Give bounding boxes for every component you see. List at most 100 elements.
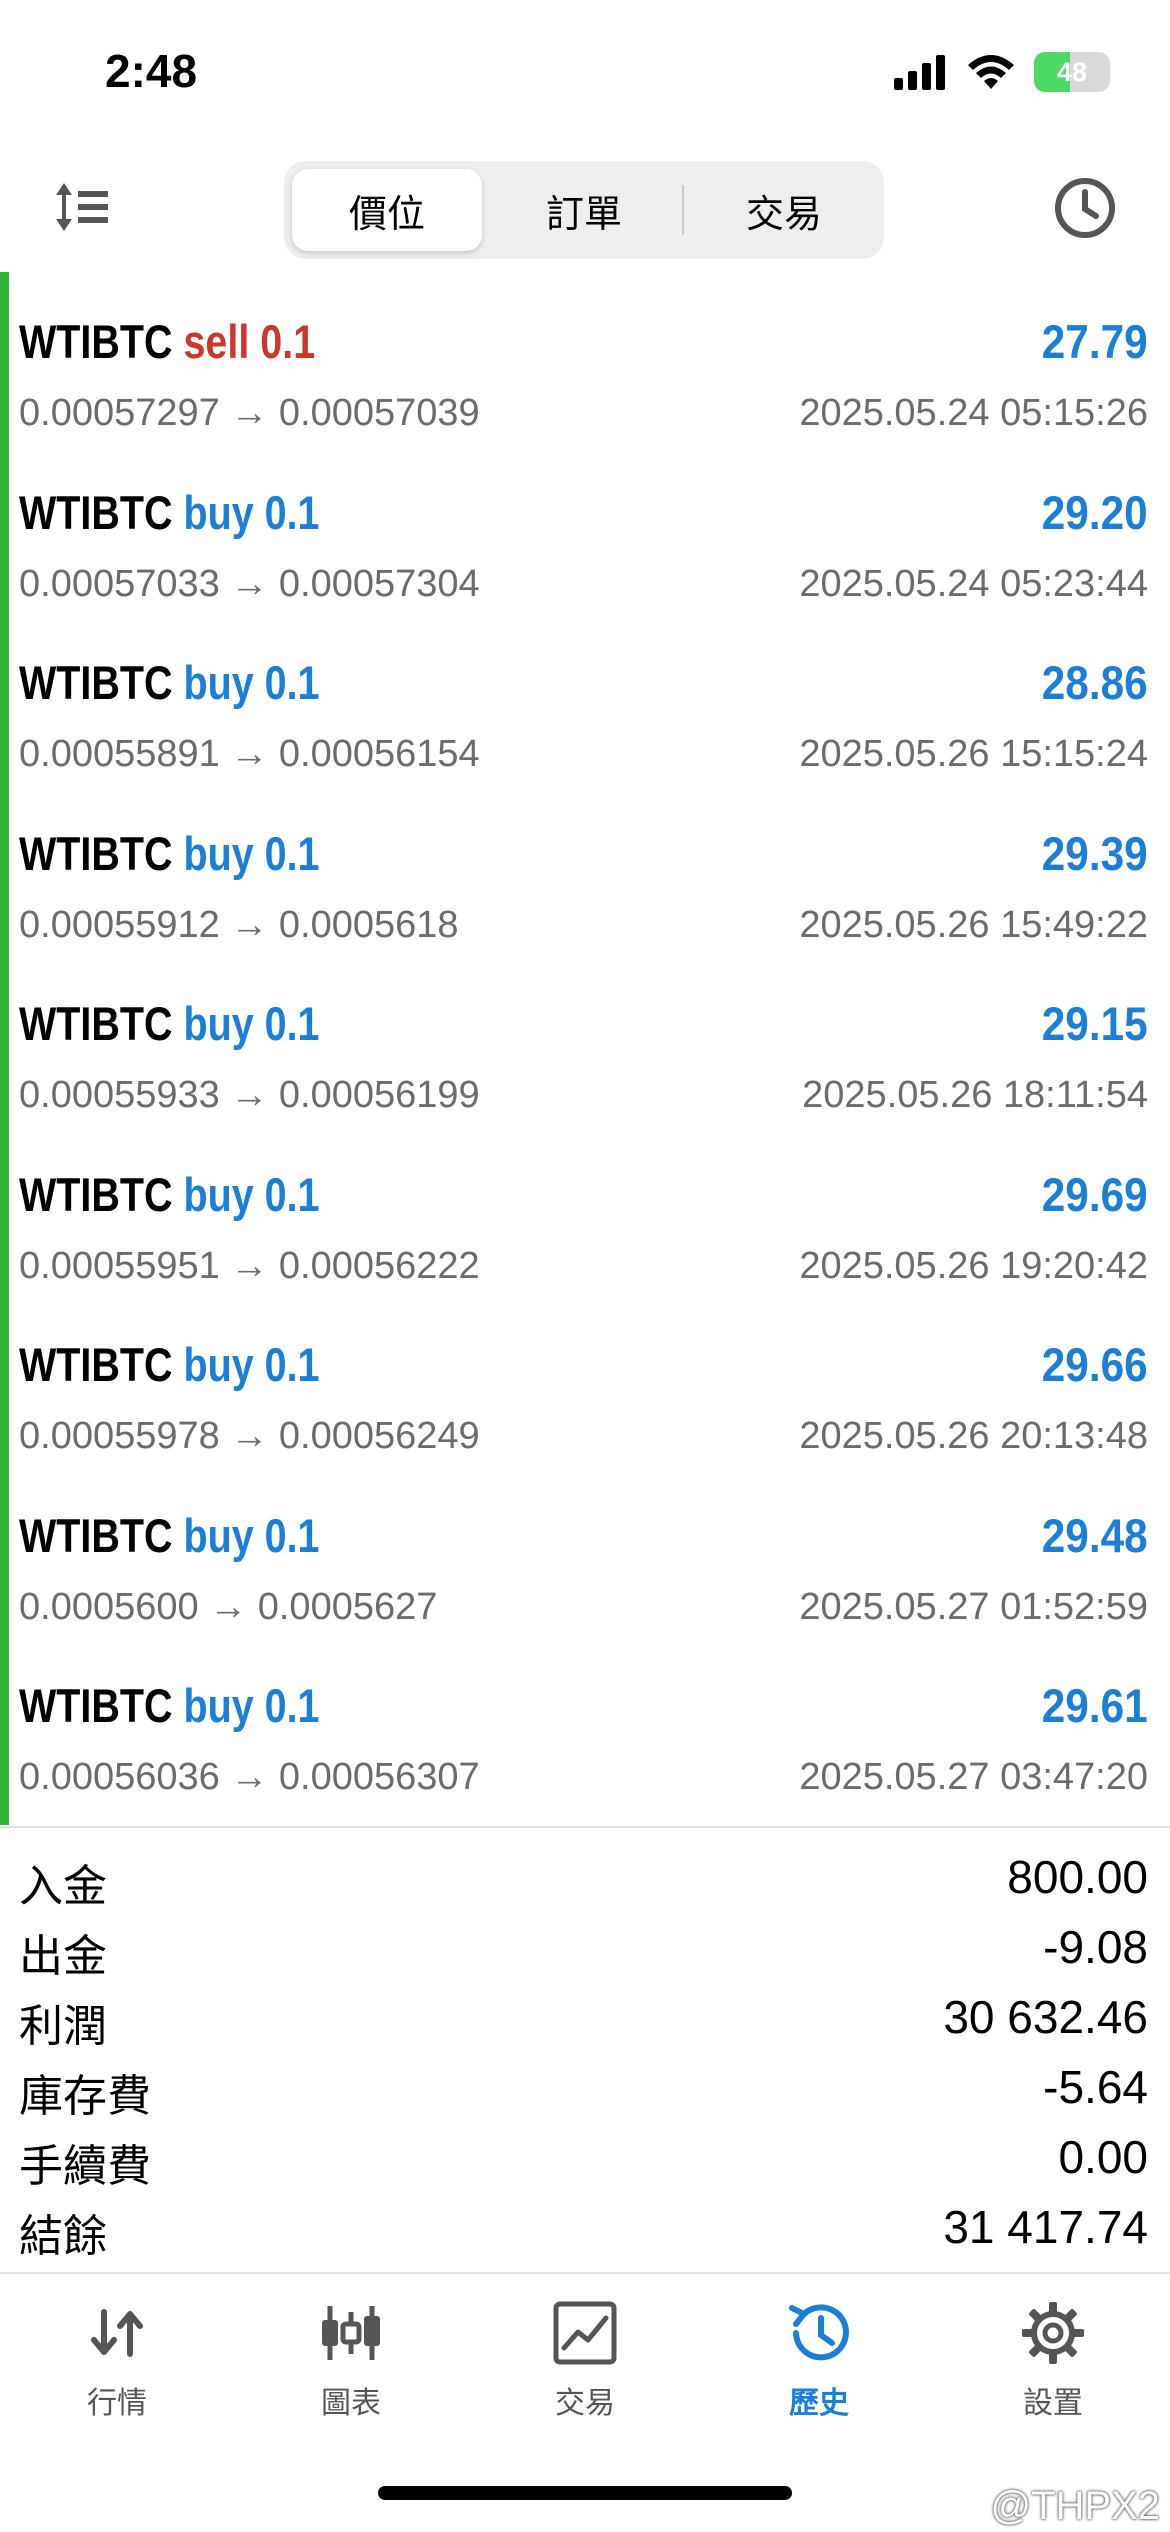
tab-label: 圖表 (321, 2386, 381, 2421)
tab-price[interactable]: 價位 (292, 169, 482, 251)
summary-label: 出金 (19, 1931, 107, 1982)
deal-symbol: WTIBTC (19, 1338, 173, 1391)
deal-title: WTIBTC buy 0.1 (19, 485, 320, 540)
deal-type: sell 0.1 (183, 315, 316, 368)
signal-icon (894, 55, 945, 90)
deal-symbol: WTIBTC (19, 826, 173, 880)
sort-icon[interactable] (52, 177, 112, 237)
deal-time: 2025.05.26 19:20:42 (799, 1244, 1148, 1287)
deal-type: buy 0.1 (183, 1167, 320, 1221)
deal-profit: 29.61 (1042, 1679, 1148, 1732)
deal-prices: 0.00057297 → 0.00057039 (19, 392, 480, 434)
tab-deals[interactable]: 交易 (689, 169, 879, 251)
deal-profit: 29.48 (1042, 1508, 1148, 1562)
quotes-arrows-icon (91, 2309, 143, 2357)
deal-title: WTIBTC buy 0.1 (19, 655, 320, 710)
summary-label: 手續費 (19, 2141, 151, 2192)
tab-label: 交易 (555, 2386, 615, 2421)
tab-chart[interactable]: 圖表 (234, 2298, 468, 2428)
deal-row[interactable]: WTIBTC buy 0.1 29.48 0.0005600 → 0.00056… (0, 1494, 1170, 1665)
deal-title: WTIBTC buy 0.1 (19, 826, 320, 881)
tab-quotes[interactable]: 行情 (0, 2298, 234, 2428)
tab-orders[interactable]: 訂單 (489, 169, 679, 251)
deal-symbol: WTIBTC (19, 656, 173, 709)
deal-time: 2025.05.24 05:15:26 (799, 392, 1148, 434)
deal-title: WTIBTC buy 0.1 (19, 996, 320, 1051)
deal-time: 2025.05.24 05:23:44 (799, 562, 1148, 605)
deal-profit: 29.20 (1042, 485, 1148, 539)
segment-divider (682, 185, 684, 235)
deal-row[interactable]: WTIBTC buy 0.1 29.69 0.00055951 → 0.0005… (0, 1153, 1170, 1324)
tab-trade[interactable]: 交易 (468, 2298, 702, 2428)
battery-indicator: 48 (1034, 52, 1110, 92)
summary-label: 結餘 (19, 2211, 107, 2262)
tabbar-divider (0, 2272, 1170, 2274)
deal-row[interactable]: WTIBTC buy 0.1 29.39 0.00055912 → 0.0005… (0, 812, 1170, 983)
summary-label: 入金 (19, 1861, 107, 1912)
tab-history[interactable]: 歷史 (702, 2298, 936, 2428)
wifi-icon (968, 55, 1014, 89)
status-time: 2:48 (105, 45, 198, 97)
status-icons: 48 (894, 52, 1110, 92)
tab-label: 行情 (87, 2386, 147, 2421)
deal-title: WTIBTC sell 0.1 (19, 314, 315, 369)
deal-row[interactable]: WTIBTC buy 0.1 29.15 0.00055933 → 0.0005… (0, 982, 1170, 1153)
deal-row[interactable]: WTIBTC sell 0.1 27.79 0.00057297 → 0.000… (0, 300, 1170, 471)
home-indicator[interactable] (378, 2486, 792, 2500)
deal-profit: 29.66 (1042, 1338, 1148, 1391)
deal-type: buy 0.1 (183, 485, 320, 539)
deal-type: buy 0.1 (183, 1679, 320, 1732)
deal-prices: 0.00055891 → 0.00056154 (19, 733, 480, 775)
summary-commission: 手續費 0.00 (0, 2122, 1170, 2192)
deal-prices: 0.00055951 → 0.00056222 (19, 1244, 480, 1287)
deal-prices: 0.00057033 → 0.00057304 (19, 562, 480, 605)
summary-label: 庫存費 (19, 2071, 151, 2122)
deal-type: buy 0.1 (183, 656, 320, 709)
deal-row[interactable]: WTIBTC buy 0.1 29.61 0.00056036 → 0.0005… (0, 1664, 1170, 1835)
summary-value: 0.00 (1058, 2131, 1148, 2183)
tab-settings[interactable]: 設置 (936, 2298, 1170, 2428)
deal-profit: 29.15 (1042, 997, 1148, 1050)
deal-type: buy 0.1 (183, 997, 320, 1050)
deal-profit: 28.86 (1042, 656, 1148, 709)
summary-profit: 利潤 30 632.46 (0, 1982, 1170, 2052)
summary-value: -9.08 (1043, 1921, 1148, 1973)
deals-list: WTIBTC sell 0.1 27.79 0.00057297 → 0.000… (0, 300, 1170, 1835)
deal-title: WTIBTC buy 0.1 (19, 1337, 320, 1392)
deal-prices: 0.00055978 → 0.00056249 (19, 1415, 480, 1457)
deal-symbol: WTIBTC (19, 1167, 173, 1221)
deal-profit: 29.69 (1042, 1167, 1148, 1221)
battery-level: 48 (1056, 56, 1088, 87)
summary-swap: 庫存費 -5.64 (0, 2052, 1170, 2122)
summary-value: -5.64 (1043, 2061, 1148, 2113)
deal-time: 2025.05.26 15:49:22 (799, 903, 1148, 946)
summary-balance: 結餘 31 417.74 (0, 2192, 1170, 2262)
summary-deposit: 入金 800.00 (0, 1842, 1170, 1912)
deal-time: 2025.05.27 03:47:20 (799, 1756, 1148, 1798)
deal-prices: 0.0005600 → 0.0005627 (19, 1585, 438, 1628)
deal-symbol: WTIBTC (19, 1508, 173, 1562)
deal-prices: 0.00056036 → 0.00056307 (19, 1756, 480, 1798)
deal-symbol: WTIBTC (19, 997, 173, 1050)
summary-value: 800.00 (1007, 1851, 1148, 1903)
summary-section: 入金 800.00 出金 -9.08 利潤 30 632.46 庫存費 -5.6… (0, 1842, 1170, 2262)
deal-row[interactable]: WTIBTC buy 0.1 29.66 0.00055978 → 0.0005… (0, 1323, 1170, 1494)
deal-type: buy 0.1 (183, 1508, 320, 1562)
summary-divider (0, 1826, 1170, 1828)
watermark: @THPX2 (990, 2484, 1160, 2528)
deal-time: 2025.05.26 18:11:54 (802, 1074, 1148, 1116)
deal-row[interactable]: WTIBTC buy 0.1 29.20 0.00057033 → 0.0005… (0, 471, 1170, 642)
deal-prices: 0.00055933 → 0.00056199 (19, 1074, 480, 1116)
summary-value: 30 632.46 (943, 1991, 1148, 2043)
deal-row[interactable]: WTIBTC buy 0.1 28.86 0.00055891 → 0.0005… (0, 641, 1170, 812)
bottom-tab-bar: 行情 圖表 交易 歷史 設置 (0, 2278, 1170, 2448)
deal-symbol: WTIBTC (19, 315, 173, 368)
deal-title: WTIBTC buy 0.1 (19, 1508, 320, 1563)
header: 價位 訂單 交易 (0, 155, 1170, 265)
tab-label: 歷史 (789, 2386, 849, 2421)
deal-time: 2025.05.26 15:15:24 (799, 733, 1148, 775)
summary-withdrawal: 出金 -9.08 (0, 1912, 1170, 1982)
gear-icon (1022, 2302, 1084, 2364)
deal-type: buy 0.1 (183, 1338, 320, 1391)
period-clock-icon[interactable] (1052, 175, 1118, 241)
